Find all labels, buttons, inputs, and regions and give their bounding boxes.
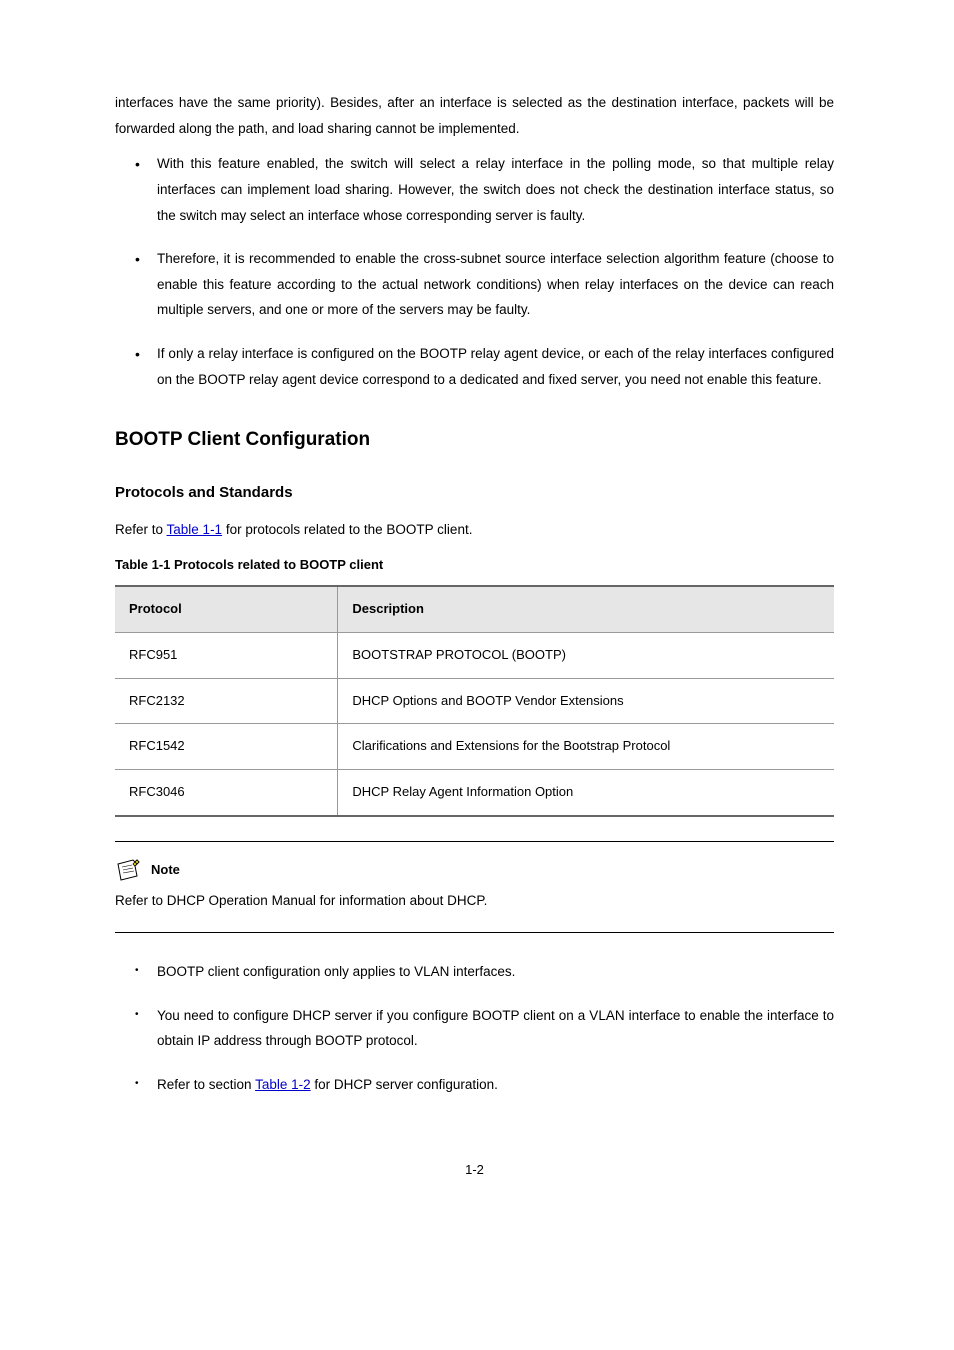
bottom-bullet-list: BOOTP client configuration only applies …	[115, 959, 834, 1098]
text: for DHCP server configuration.	[311, 1077, 498, 1092]
text: Refer to	[115, 522, 167, 537]
table-ref-link[interactable]: Table 1-2	[255, 1077, 311, 1092]
cell-description: BOOTSTRAP PROTOCOL (BOOTP)	[338, 633, 834, 679]
cell-description: DHCP Options and BOOTP Vendor Extensions	[338, 678, 834, 724]
list-item: If only a relay interface is configured …	[115, 341, 834, 392]
table-row: RFC951 BOOTSTRAP PROTOCOL (BOOTP)	[115, 633, 834, 679]
list-item: Refer to section Table 1-2 for DHCP serv…	[115, 1072, 834, 1098]
col-header-description: Description	[338, 586, 834, 632]
cell-description: Clarifications and Extensions for the Bo…	[338, 724, 834, 770]
section-heading: BOOTP Client Configuration	[115, 422, 834, 458]
note-block: Note Refer to DHCP Operation Manual for …	[115, 841, 834, 933]
table-row: RFC1542 Clarifications and Extensions fo…	[115, 724, 834, 770]
table-ref-link[interactable]: Table 1-1	[167, 522, 223, 537]
note-header: Note	[115, 858, 834, 883]
text: for protocols related to the BOOTP clien…	[222, 522, 472, 537]
cell-protocol: RFC2132	[115, 678, 338, 724]
cell-protocol: RFC1542	[115, 724, 338, 770]
table-row: RFC3046 DHCP Relay Agent Information Opt…	[115, 770, 834, 816]
table-row: RFC2132 DHCP Options and BOOTP Vendor Ex…	[115, 678, 834, 724]
top-bullet-list: With this feature enabled, the switch wi…	[115, 151, 834, 392]
list-item: BOOTP client configuration only applies …	[115, 959, 834, 985]
note-label: Note	[151, 858, 180, 883]
protocols-table: Protocol Description RFC951 BOOTSTRAP PR…	[115, 585, 834, 816]
protocol-intro: Refer to Table 1-1 for protocols related…	[115, 517, 834, 543]
cell-protocol: RFC951	[115, 633, 338, 679]
cell-description: DHCP Relay Agent Information Option	[338, 770, 834, 816]
document-page: interfaces have the same priority). Besi…	[0, 0, 954, 1242]
note-text: Refer to DHCP Operation Manual for infor…	[115, 888, 834, 914]
list-item: You need to configure DHCP server if you…	[115, 1003, 834, 1054]
intro-paragraph: interfaces have the same priority). Besi…	[115, 90, 834, 141]
table-caption: Table 1-1 Protocols related to BOOTP cli…	[115, 553, 834, 578]
list-item: With this feature enabled, the switch wi…	[115, 151, 834, 228]
text: Refer to section	[157, 1077, 255, 1092]
page-number: 1-2	[115, 1158, 834, 1183]
note-icon	[115, 858, 145, 882]
col-header-protocol: Protocol	[115, 586, 338, 632]
subsection-heading: Protocols and Standards	[115, 479, 834, 508]
table-header-row: Protocol Description	[115, 586, 834, 632]
list-item: Therefore, it is recommended to enable t…	[115, 246, 834, 323]
cell-protocol: RFC3046	[115, 770, 338, 816]
